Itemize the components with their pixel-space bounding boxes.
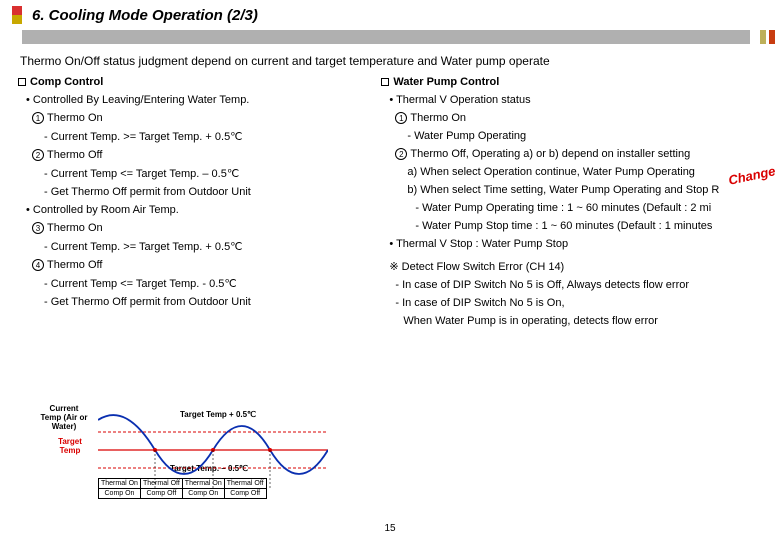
comp-control-heading: Comp Control [18, 76, 369, 88]
square-bullet-icon [381, 78, 389, 86]
current-temp-axis-label: Current Temp (Air or Water) [40, 404, 88, 432]
bar-accent-icon [750, 30, 780, 44]
page-title: 6. Cooling Mode Operation (2/3) [32, 7, 258, 24]
list-item: - Get Thermo Off permit from Outdoor Uni… [44, 296, 369, 308]
list-item: 3Thermo On [32, 222, 369, 234]
list-item: • Thermal V Operation status [389, 94, 762, 106]
square-bullet-icon [18, 78, 26, 86]
title-accent-icon [12, 6, 22, 24]
list-item: a) When select Operation continue, Water… [407, 166, 762, 178]
state-table: Thermal On Thermal Off Thermal On Therma… [98, 478, 267, 499]
page-number: 15 [384, 523, 395, 534]
list-item: - Water Pump Stop time : 1 ~ 60 minutes … [415, 220, 762, 232]
list-item: - Current Temp <= Target Temp. – 0.5℃ [44, 167, 369, 180]
circled-num-icon: 2 [395, 148, 407, 160]
list-item: - Current Temp <= Target Temp. - 0.5℃ [44, 277, 369, 290]
table-row: Thermal On Thermal Off Thermal On Therma… [99, 479, 267, 489]
list-item: - Water Pump Operating time : 1 ~ 60 min… [415, 202, 762, 214]
thermo-graph: Current Temp (Air or Water) Target Temp … [40, 396, 340, 506]
list-item: 2Thermo Off, Operating a) or b) depend o… [395, 148, 762, 160]
water-pump-heading: Water Pump Control [381, 76, 762, 88]
target-temp-label: Target Temp [50, 438, 90, 456]
list-item: 4Thermo Off [32, 259, 369, 271]
slide-header: 6. Cooling Mode Operation (2/3) [0, 0, 780, 30]
list-item: • Controlled by Room Air Temp. [26, 204, 369, 216]
list-item: 1Thermo On [395, 112, 762, 124]
list-item: - Get Thermo Off permit from Outdoor Uni… [44, 186, 369, 198]
circled-num-icon: 4 [32, 259, 44, 271]
list-item: 1Thermo On [32, 112, 369, 124]
circled-num-icon: 2 [32, 149, 44, 161]
comp-control-column: Comp Control • Controlled By Leaving/Ent… [18, 76, 369, 327]
list-item: When Water Pump is in operating, detects… [403, 315, 762, 327]
circled-num-icon: 3 [32, 222, 44, 234]
circled-num-icon: 1 [32, 112, 44, 124]
list-item: • Controlled By Leaving/Entering Water T… [26, 94, 369, 106]
list-item: - Water Pump Operating [407, 130, 762, 142]
list-item: - Current Temp. >= Target Temp. + 0.5℃ [44, 130, 369, 143]
list-item: 2Thermo Off [32, 149, 369, 161]
intro-text: Thermo On/Off status judgment depend on … [0, 44, 780, 76]
circled-num-icon: 1 [395, 112, 407, 124]
list-item: b) When select Time setting, Water Pump … [407, 184, 762, 196]
table-row: Comp On Comp Off Comp On Comp Off [99, 489, 267, 499]
list-item: - Current Temp. >= Target Temp. + 0.5℃ [44, 240, 369, 253]
list-item: • Thermal V Stop : Water Pump Stop [389, 238, 762, 250]
list-item: ※ Detect Flow Switch Error (CH 14) [389, 260, 762, 273]
water-pump-column: Water Pump Control • Thermal V Operation… [381, 76, 762, 327]
list-item: - In case of DIP Switch No 5 is Off, Alw… [395, 279, 762, 291]
divider-bar [22, 30, 750, 44]
list-item: - In case of DIP Switch No 5 is On, [395, 297, 762, 309]
